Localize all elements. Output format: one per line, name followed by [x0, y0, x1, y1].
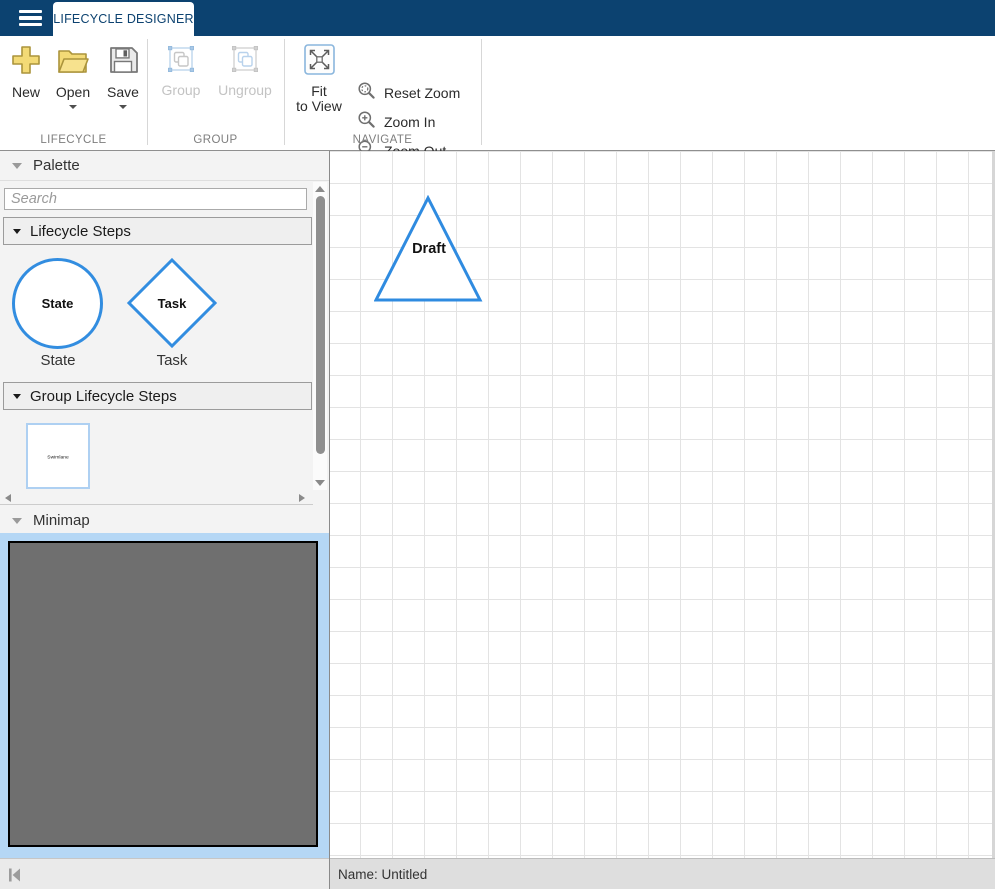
task-shape-text: Task	[126, 296, 218, 311]
chevron-down-icon	[12, 518, 22, 524]
state-shape-text: State	[42, 296, 74, 311]
tab-lifecycle-designer[interactable]: LIFECYCLE DESIGNER	[53, 2, 194, 36]
scroll-up-icon[interactable]	[315, 186, 325, 192]
palette-header-label: Palette	[33, 157, 80, 174]
section-label-group: GROUP	[147, 134, 284, 146]
ungroup-icon	[230, 44, 260, 79]
group-button-label: Group	[162, 83, 201, 98]
section-header-group-lifecycle-steps[interactable]: Group Lifecycle Steps	[3, 382, 312, 410]
collapse-panel-icon[interactable]	[8, 868, 21, 887]
reset-zoom-label: Reset Zoom	[384, 85, 460, 101]
palette-horizontal-scrollbar[interactable]	[0, 490, 313, 505]
titlebar: LIFECYCLE DESIGNER	[0, 0, 995, 36]
save-dropdown-icon[interactable]	[119, 105, 127, 109]
diagram-name-text: Name: Untitled	[338, 867, 427, 882]
statusbar-right: Name: Untitled	[330, 858, 995, 889]
save-floppy-icon	[107, 44, 139, 81]
draft-node-label: Draft	[374, 241, 484, 257]
statusbar-left	[0, 858, 329, 889]
group-icon	[166, 44, 196, 79]
reset-zoom-icon	[357, 81, 376, 105]
section-separator	[481, 39, 482, 145]
palette-vertical-scrollbar[interactable]	[313, 182, 327, 490]
fit-to-view-label: Fit to View	[296, 84, 342, 114]
zoom-in-button[interactable]: Zoom In	[357, 111, 435, 133]
save-button-label: Save	[107, 85, 139, 100]
task-caption: Task	[126, 352, 218, 369]
menu-icon[interactable]	[11, 7, 49, 29]
open-folder-icon	[56, 44, 90, 81]
search-input[interactable]	[4, 188, 307, 210]
open-dropdown-icon[interactable]	[69, 105, 77, 109]
palette-shape-swimlane[interactable]: Swimlane	[26, 423, 90, 489]
minimap-view-rect[interactable]	[8, 541, 318, 847]
divider	[0, 180, 329, 181]
new-button-label: New	[12, 85, 40, 100]
chevron-down-icon	[12, 163, 22, 169]
new-plus-icon	[10, 44, 42, 81]
zoom-in-label: Zoom In	[384, 114, 435, 130]
vertical-scrollbar-thumb[interactable]	[316, 196, 325, 454]
minimap-header-label: Minimap	[33, 512, 90, 529]
reset-zoom-button[interactable]: Reset Zoom	[357, 82, 460, 104]
lifecycle-designer-app: LIFECYCLE DESIGNER New Open	[0, 0, 995, 889]
collapse-triangle-icon	[13, 394, 21, 399]
fit-to-view-icon	[304, 44, 335, 80]
palette-header[interactable]: Palette	[0, 151, 329, 180]
open-button[interactable]: Open	[49, 44, 97, 109]
new-button[interactable]: New	[2, 44, 50, 100]
toolstrip: New Open Save L	[0, 36, 995, 151]
section-label-lifecycle: LIFECYCLE	[0, 134, 147, 146]
fit-to-view-button[interactable]: Fit to View	[291, 44, 347, 114]
ungroup-button-label: Ungroup	[218, 83, 272, 98]
zoom-in-icon	[357, 110, 376, 134]
palette-panel: Palette Lifecycle Steps State State Task…	[0, 151, 329, 858]
section-header-lifecycle-steps[interactable]: Lifecycle Steps	[3, 217, 312, 245]
minimap-viewport[interactable]	[0, 533, 329, 858]
group-lifecycle-steps-label: Group Lifecycle Steps	[30, 388, 177, 405]
swimlane-shape-text: Swimlane	[45, 454, 72, 459]
scroll-right-icon[interactable]	[299, 494, 305, 502]
group-button[interactable]: Group	[155, 44, 207, 98]
section-separator	[147, 39, 148, 145]
minimap-header[interactable]: Minimap	[0, 506, 329, 535]
diagram-canvas[interactable]: Draft	[330, 151, 995, 858]
collapse-triangle-icon	[13, 229, 21, 234]
section-separator	[284, 39, 285, 145]
ungroup-button[interactable]: Ungroup	[212, 44, 278, 98]
state-caption: State	[12, 352, 104, 369]
lifecycle-steps-label: Lifecycle Steps	[30, 223, 131, 240]
save-button[interactable]: Save	[99, 44, 147, 109]
section-label-navigate: NAVIGATE	[284, 134, 481, 146]
palette-shape-task[interactable]: Task	[126, 257, 218, 349]
scroll-down-icon[interactable]	[315, 480, 325, 486]
palette-shape-state[interactable]: State	[12, 258, 103, 349]
scroll-left-icon[interactable]	[5, 494, 11, 502]
draft-node[interactable]: Draft	[374, 195, 484, 303]
open-button-label: Open	[56, 85, 90, 100]
